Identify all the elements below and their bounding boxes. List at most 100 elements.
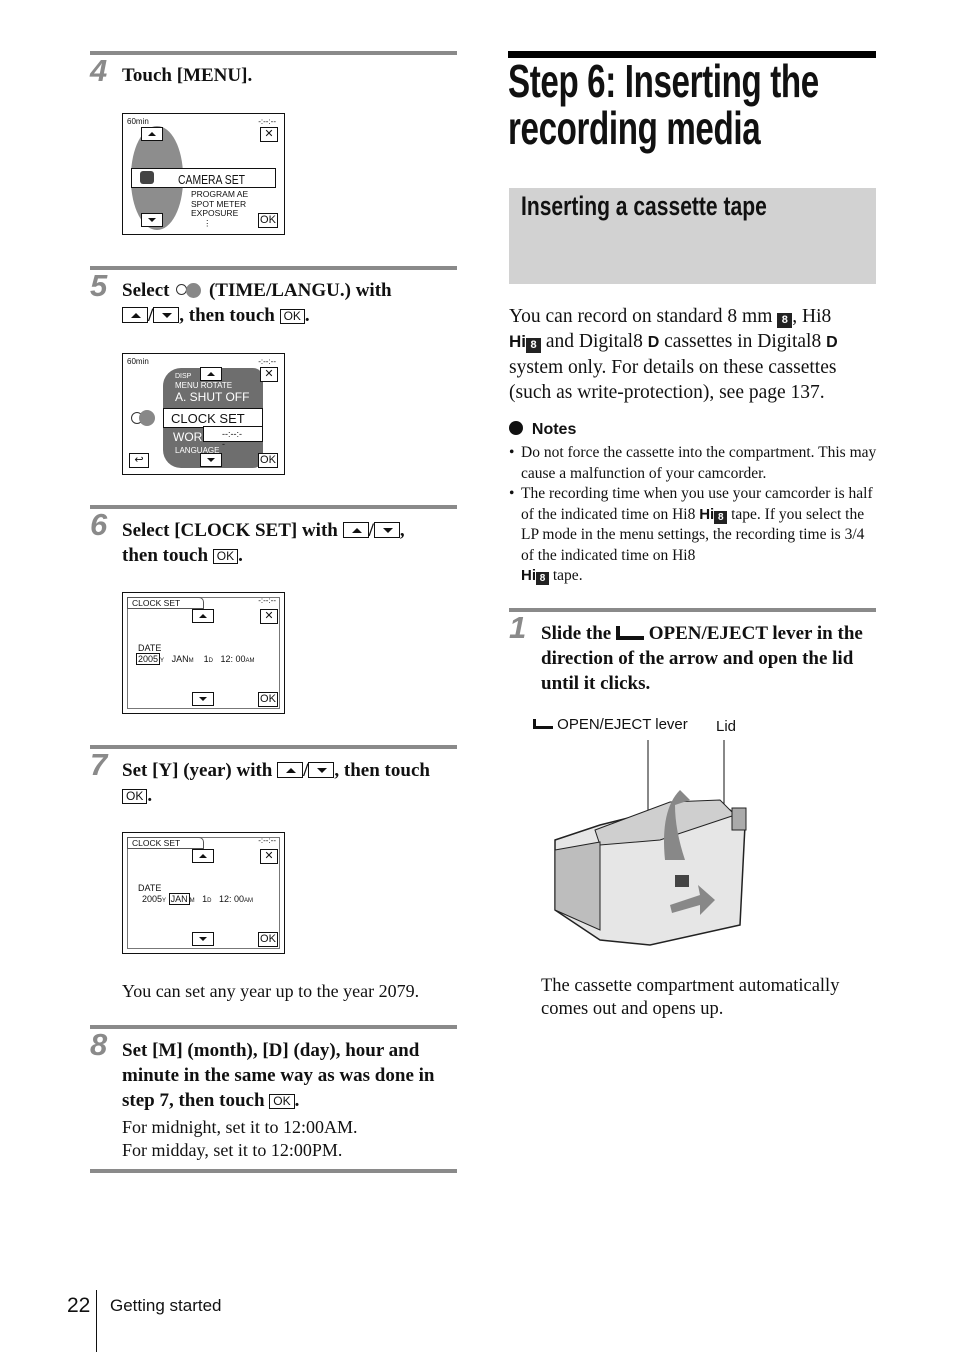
figure-caption: The cassette compartment automatically c… bbox=[541, 976, 840, 1019]
section-title: Inserting a cassette tape bbox=[521, 191, 767, 221]
text: cassettes in Digital8 bbox=[664, 331, 822, 352]
step1-instruction: Slide the OPEN/EJECT lever in the direct… bbox=[541, 621, 876, 696]
close-button[interactable]: ✕ bbox=[260, 127, 278, 142]
battery-pack bbox=[554, 841, 601, 931]
notes-icon bbox=[509, 421, 523, 435]
return-button[interactable]: ↩ bbox=[129, 453, 149, 468]
scroll-down-button[interactable] bbox=[192, 692, 214, 706]
note-item: • Do not force the cassette into the comp… bbox=[509, 444, 877, 482]
ok-button[interactable]: OK bbox=[258, 213, 278, 228]
time-code: -:--:-- bbox=[258, 836, 276, 845]
ok-button[interactable]: OK bbox=[258, 932, 278, 947]
unit: AM bbox=[244, 898, 253, 904]
scroll-down-button[interactable] bbox=[200, 453, 222, 467]
month-field[interactable]: JAN bbox=[172, 654, 189, 664]
year-note: You can set any year up to the year 2079… bbox=[122, 981, 420, 1001]
step-number: 5 bbox=[90, 268, 108, 303]
note-item: • The recording time when you use your c… bbox=[509, 485, 873, 585]
date-label: DATE bbox=[138, 643, 162, 653]
step-divider bbox=[509, 608, 876, 612]
time-code: -:--:-- bbox=[258, 117, 276, 126]
ok-button[interactable]: OK bbox=[258, 453, 278, 468]
text: , bbox=[399, 520, 405, 541]
down-arrow-icon bbox=[308, 762, 335, 778]
scroll-down-button[interactable] bbox=[141, 213, 163, 227]
text: , Hi8 bbox=[792, 306, 832, 327]
step6-instruction: Select [CLOCK SET] with /, then touch OK… bbox=[122, 518, 457, 568]
lcd-screen-clock-set-month: CLOCK SET -:--:-- ✕ OK DATE 2005Y JAN M 1… bbox=[122, 832, 285, 954]
text: . bbox=[238, 545, 243, 566]
scroll-up-button[interactable] bbox=[192, 849, 214, 863]
date-label: DATE bbox=[138, 883, 162, 893]
scroll-up-button[interactable] bbox=[192, 609, 214, 623]
step7-instruction: Set [Y] (year) with /, then touch OK. bbox=[122, 758, 457, 808]
menu-item-clock-set[interactable]: CLOCK SET bbox=[163, 408, 263, 428]
time-langu-icon bbox=[174, 282, 204, 298]
notes-title: Notes bbox=[531, 421, 577, 438]
ok-button-icon: OK bbox=[122, 789, 148, 804]
hi8-logo-icon: Hi bbox=[521, 567, 536, 584]
text: Do not force the cassette into the compa… bbox=[521, 444, 877, 482]
digital8-logo-icon: D bbox=[826, 334, 838, 351]
notes-list: • Do not force the cassette into the comp… bbox=[509, 443, 877, 587]
unit: Y bbox=[160, 658, 165, 664]
text: Select [CLOCK SET] with bbox=[122, 520, 338, 541]
scroll-up-button[interactable] bbox=[200, 367, 222, 381]
hi8-logo-icon: Hi bbox=[509, 332, 526, 351]
ok-button[interactable]: OK bbox=[258, 692, 278, 707]
step-divider bbox=[90, 1025, 457, 1029]
close-button[interactable]: ✕ bbox=[260, 609, 278, 624]
menu-item: MENU ROTATE bbox=[175, 381, 233, 390]
up-arrow-icon bbox=[122, 307, 148, 323]
text: system only. For details on these casset… bbox=[509, 357, 837, 403]
down-arrow-icon bbox=[153, 307, 180, 323]
lcd-screen-clock-set-year: CLOCK SET -:--:-- ✕ OK DATE 2005 Y JANM 1… bbox=[122, 592, 285, 714]
battery-indicator: 60min bbox=[127, 117, 149, 126]
footer-divider bbox=[96, 1290, 97, 1352]
step-divider bbox=[90, 505, 457, 509]
submenu-list: PROGRAM AE SPOT METER EXPOSURE ⋮ bbox=[191, 189, 248, 228]
menu-item-camera-set[interactable]: CAMERA SET bbox=[131, 168, 276, 188]
text: . bbox=[147, 785, 153, 806]
section-end-divider bbox=[90, 1169, 457, 1173]
date-row: 2005Y JANM 1D 12: 00AM bbox=[136, 653, 255, 665]
ellipsis: ⋮ bbox=[203, 217, 212, 228]
time-code: -:--:-- bbox=[258, 596, 276, 605]
year-field[interactable]: 2005 bbox=[142, 894, 162, 904]
text: For midday, set it to 12:00PM. bbox=[122, 1140, 343, 1160]
unit: Y bbox=[162, 898, 167, 904]
text: You can record on standard 8 mm bbox=[509, 306, 773, 327]
digital8-logo-icon: D bbox=[647, 334, 660, 351]
step-number: 8 bbox=[90, 1027, 108, 1062]
camera-icon bbox=[140, 171, 154, 184]
step4-instruction: Touch [MENU]. bbox=[122, 65, 253, 86]
ok-button-icon: OK bbox=[269, 1094, 295, 1109]
month-field[interactable]: JAN bbox=[168, 893, 190, 905]
submenu-item: EXPOSURE bbox=[191, 208, 239, 218]
clock-value: --:--:-- bbox=[203, 426, 263, 449]
unit: AM bbox=[245, 658, 255, 664]
unit: M bbox=[188, 658, 194, 664]
time-field[interactable]: 12: 00 bbox=[219, 894, 244, 904]
text: , then touch bbox=[179, 305, 275, 326]
step-number: 6 bbox=[90, 507, 108, 542]
step-divider bbox=[90, 745, 457, 749]
time-field[interactable]: 12: 00 bbox=[220, 654, 245, 664]
open-eject-icon bbox=[615, 626, 644, 640]
menu-item-label: CAMERA SET bbox=[178, 172, 246, 187]
text: Select bbox=[122, 280, 170, 301]
menu-item: A. SHUT OFF bbox=[175, 390, 250, 404]
year-field[interactable]: 2005 bbox=[136, 653, 161, 665]
close-button[interactable]: ✕ bbox=[260, 849, 278, 864]
scroll-up-button[interactable] bbox=[141, 127, 163, 141]
text: Slide the bbox=[541, 623, 612, 644]
down-arrow-icon bbox=[373, 522, 400, 538]
section-header: Inserting a cassette tape bbox=[509, 188, 876, 284]
unit: D bbox=[207, 898, 212, 904]
camcorder-illustration bbox=[554, 740, 747, 946]
step5-instruction: Select (TIME/LANGU.) with /, then touch … bbox=[122, 278, 457, 328]
close-button[interactable]: ✕ bbox=[260, 367, 278, 382]
scroll-down-button[interactable] bbox=[192, 932, 214, 946]
hi8-logo-icon: 8 bbox=[526, 338, 541, 353]
text: For midnight, set it to 12:00AM. bbox=[122, 1117, 358, 1137]
